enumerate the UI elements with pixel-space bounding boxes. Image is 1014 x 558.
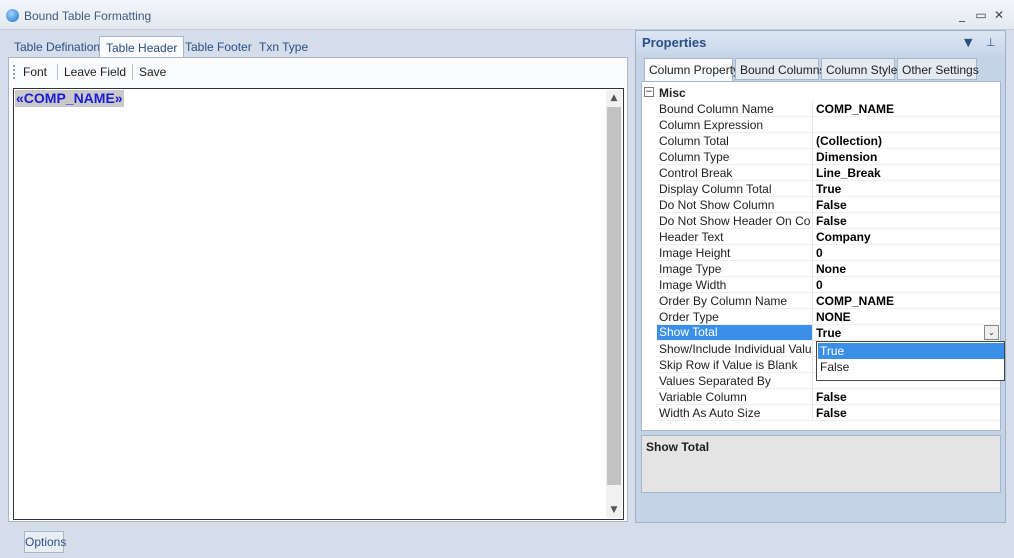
property-name: Values Separated By [659, 374, 771, 388]
minimize-button[interactable]: _ [955, 7, 969, 23]
merge-field-comp-name[interactable]: «COMP_NAME» [15, 90, 124, 107]
property-name: Order By Column Name [659, 294, 788, 308]
property-value: True [816, 182, 842, 196]
property-value: Dimension [816, 150, 878, 164]
property-value: NONE [816, 310, 851, 324]
property-row[interactable]: Column Expression [657, 117, 1000, 133]
property-name: Show/Include Individual Values [659, 342, 811, 356]
dropdown-option-false[interactable]: False [818, 359, 1004, 375]
tab-table-footer[interactable]: Table Footer [179, 36, 258, 58]
property-name: Do Not Show Column [659, 198, 775, 212]
tab-other-settings[interactable]: Other Settings [897, 58, 979, 80]
title-bar: Bound Table Formatting _ ▭ ✕ [0, 0, 1014, 30]
scroll-up-icon[interactable]: ▲ [606, 90, 622, 106]
property-row[interactable]: Image Height 0 [657, 245, 1000, 261]
property-name: Column Expression [659, 118, 764, 132]
property-row[interactable]: Order Type NONE [657, 309, 1000, 325]
property-row-show-total[interactable]: Show Total True ⌄ [657, 325, 1000, 341]
property-name: Variable Column [659, 390, 747, 404]
property-value: Company [816, 230, 871, 244]
pin-icon[interactable]: ⊥ [986, 36, 996, 49]
property-row[interactable]: Image Width 0 [657, 277, 1000, 293]
panel-dropdown-icon[interactable]: ▼ [964, 36, 972, 49]
window-title: Bound Table Formatting [24, 9, 152, 23]
property-row[interactable]: Order By Column Name COMP_NAME [657, 293, 1000, 309]
property-name: Order Type [659, 310, 719, 324]
property-name: Column Type [659, 150, 730, 164]
property-row[interactable]: Image Type None [657, 261, 1000, 277]
property-value: COMP_NAME [816, 102, 895, 116]
editor-panel: Font Leave Field Save «COMP_NAME» ▲ ▼ [8, 57, 628, 522]
properties-panel: Properties ▼ ⊥ Column Property Bound Col… [635, 30, 1006, 523]
property-name: Show Total [657, 325, 812, 340]
property-name: Image Type [659, 262, 722, 276]
property-value: COMP_NAME [816, 294, 895, 308]
property-name: Do Not Show Header On Contro [659, 214, 811, 228]
property-name: Column Total [659, 134, 729, 148]
tab-bound-columns[interactable]: Bound Columns [735, 58, 825, 80]
toolbar-separator [57, 64, 58, 80]
property-value: (Collection) [816, 134, 882, 148]
category-label: Misc [659, 86, 686, 100]
tab-column-property[interactable]: Column Property [644, 58, 739, 81]
tab-column-style[interactable]: Column Style [821, 58, 897, 80]
property-value: False [816, 390, 847, 404]
category-misc: − Misc [642, 85, 1000, 101]
property-value: False [816, 214, 847, 228]
tab-txn-type[interactable]: Txn Type [253, 36, 314, 58]
property-row[interactable]: Column Total (Collection) [657, 133, 1000, 149]
font-button[interactable]: Font [23, 65, 47, 79]
leave-field-button[interactable]: Leave Field [64, 65, 126, 79]
save-button[interactable]: Save [139, 65, 166, 79]
property-value[interactable]: True [816, 326, 996, 340]
property-name: Image Height [659, 246, 731, 260]
property-row[interactable]: Control Break Line_Break [657, 165, 1000, 181]
toolbar-separator [132, 64, 133, 80]
collapse-icon[interactable]: − [644, 87, 654, 97]
options-button[interactable]: Options [24, 531, 66, 553]
scroll-thumb[interactable] [607, 107, 621, 485]
property-row[interactable]: Display Column Total True [657, 181, 1000, 197]
property-value: 0 [816, 246, 823, 260]
property-name: Bound Column Name [659, 102, 774, 116]
property-row[interactable]: Header Text Company [657, 229, 1000, 245]
properties-title: Properties [642, 35, 707, 50]
property-row[interactable]: Column Type Dimension [657, 149, 1000, 165]
property-name: Header Text [659, 230, 724, 244]
property-value: False [816, 198, 847, 212]
property-row[interactable]: Width As Auto Size False [657, 405, 1000, 421]
property-value: None [816, 262, 846, 276]
show-total-dropdown-list: True False [816, 341, 1005, 381]
property-row[interactable]: Bound Column Name COMP_NAME [657, 101, 1000, 117]
properties-header: Properties ▼ ⊥ [636, 31, 1005, 55]
property-value: 0 [816, 278, 823, 292]
property-row[interactable]: Do Not Show Header On Contro False [657, 213, 1000, 229]
restore-button[interactable]: ▭ [974, 7, 988, 23]
tab-table-defination[interactable]: Table Defination [8, 36, 106, 58]
scroll-down-icon[interactable]: ▼ [606, 502, 622, 518]
property-name: Width As Auto Size [659, 406, 761, 420]
property-name: Display Column Total [659, 182, 772, 196]
property-value: Line_Break [816, 166, 881, 180]
editor-scrollbar[interactable]: ▲ ▼ [606, 90, 622, 518]
description-title: Show Total [646, 440, 710, 454]
property-grid: − Misc Bound Column Name COMP_NAME Column… [641, 81, 1005, 431]
tab-table-header[interactable]: Table Header [99, 36, 185, 59]
property-name: Control Break [659, 166, 733, 180]
property-row[interactable]: Do Not Show Column False [657, 197, 1000, 213]
dropdown-option-true[interactable]: True [818, 343, 1004, 359]
editor-toolbar: Font Leave Field Save [9, 58, 627, 86]
chevron-down-icon[interactable]: ⌄ [984, 325, 999, 340]
property-value: False [816, 406, 847, 420]
property-description: Show Total [641, 435, 1001, 493]
property-name: Image Width [659, 278, 727, 292]
toolbar-grip[interactable] [13, 65, 15, 79]
property-name: Skip Row if Value is Blank [659, 358, 798, 372]
close-button[interactable]: ✕ [992, 7, 1006, 23]
app-logo-icon [6, 9, 19, 22]
rich-text-editor[interactable]: «COMP_NAME» ▲ ▼ [13, 88, 624, 520]
property-row[interactable]: Variable Column False [657, 389, 1000, 405]
